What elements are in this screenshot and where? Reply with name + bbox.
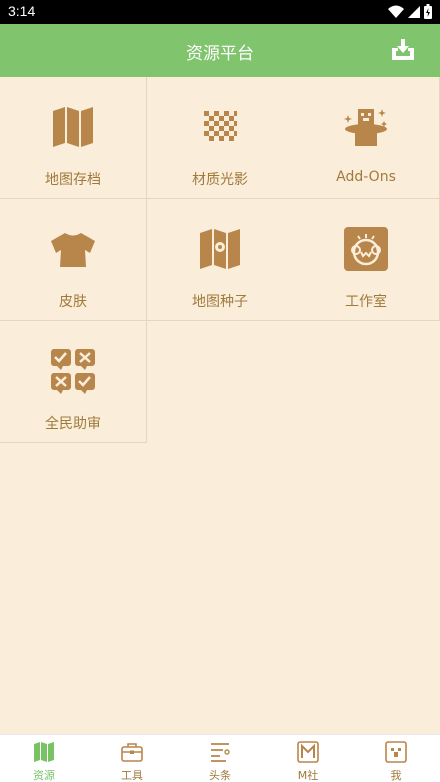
page-title: 资源平台: [186, 44, 254, 64]
tab-tools[interactable]: 工具: [88, 735, 176, 782]
studio-icon: [344, 227, 388, 271]
status-time: 3:14: [8, 3, 36, 19]
review-icon: [51, 349, 95, 394]
grid-item-review[interactable]: 全民助审: [0, 321, 147, 443]
grid-item-map-seeds[interactable]: 地图种子: [147, 199, 294, 321]
grid-item-skins[interactable]: 皮肤: [0, 199, 147, 321]
tab-label: 头条: [209, 769, 231, 782]
tab-headlines[interactable]: 头条: [176, 735, 264, 782]
m-community-icon: [297, 741, 319, 763]
shirt-icon: [51, 233, 95, 267]
grid-item-label: 工作室: [345, 294, 387, 310]
wifi-icon: [388, 5, 404, 18]
grid-item-label: 皮肤: [59, 294, 87, 310]
tab-me[interactable]: 我: [352, 735, 440, 782]
map-seed-icon: [200, 229, 240, 269]
tab-label: 资源: [33, 769, 55, 782]
grid-item-label: 全民助审: [45, 416, 101, 432]
grid-item-label: Add-Ons: [336, 169, 396, 185]
tab-label: 我: [390, 769, 402, 782]
bottom-tab-bar: 资源 工具 头条 M社 我: [0, 734, 440, 782]
map-tab-icon: [34, 742, 54, 762]
signal-icon: [408, 5, 420, 18]
checker-texture-icon: [204, 111, 237, 141]
status-icons: [388, 4, 432, 19]
tab-resources[interactable]: 资源: [0, 735, 88, 782]
news-icon: [211, 743, 230, 762]
profile-icon: [385, 741, 407, 763]
grid-item-label: 材质光影: [192, 172, 248, 188]
grid-item-texture[interactable]: 材质光影: [147, 77, 294, 199]
grid-item-studio[interactable]: 工作室: [293, 199, 440, 321]
toolbox-icon: [121, 743, 143, 762]
grid-item-map-archive[interactable]: 地图存档: [0, 77, 147, 199]
grid-item-label: 地图种子: [192, 294, 248, 310]
status-bar: 3:14: [0, 0, 440, 24]
magic-hat-icon: [344, 109, 387, 146]
map-icon: [53, 107, 93, 147]
grid-item-label: 地图存档: [45, 172, 101, 188]
tab-m-community[interactable]: M社: [264, 735, 352, 782]
tab-label: 工具: [121, 769, 143, 782]
download-tray-icon[interactable]: [390, 38, 416, 62]
tab-label: M社: [297, 769, 319, 782]
app-header: 资源平台: [0, 24, 440, 77]
battery-icon: [424, 4, 432, 19]
grid-item-addons[interactable]: Add-Ons: [293, 77, 440, 199]
